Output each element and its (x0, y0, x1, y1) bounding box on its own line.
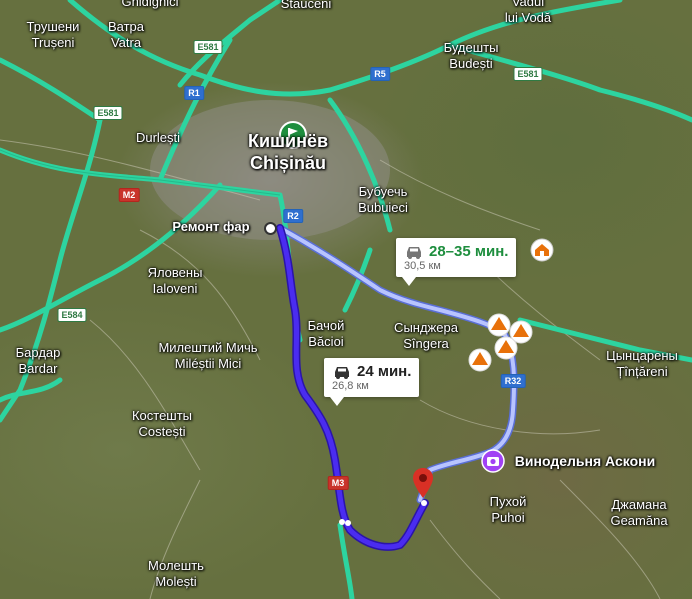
road-shield-e584: E584 (57, 308, 87, 322)
city-label-yaloveny: Яловены Ialoveni (147, 265, 203, 296)
main-route-distance: 26,8 км (332, 380, 369, 392)
alt-route-card[interactable]: 28–35 мин. 30,5 км (396, 238, 517, 286)
city-label-puhoi: Пухой Puhoi (489, 494, 527, 525)
city-label-durleshti: Durlești (135, 130, 181, 145)
city-label-vadul: Vadul lui Vodă (504, 0, 552, 25)
city-label-moleshty: Молешть Molești (148, 558, 204, 589)
city-label-kosteshty: Костешты Costești (131, 408, 193, 439)
city-label-tsyntsareny: Цынцарены Țînțăreni (606, 348, 678, 379)
destination-pin-icon[interactable] (413, 468, 433, 498)
city-label-stauceni: Stăuceni (280, 0, 332, 11)
map-canvas[interactable]: 28–35 мин. 30,5 км 24 мин. 26,8 км Ремон… (0, 0, 692, 599)
city-label-vatra: Ватра Vatra (107, 19, 145, 50)
city-label-mileshty: Милештий Мичь Miléștii Mici (158, 340, 258, 371)
road-shield-r2: R2 (283, 209, 303, 223)
map-roads-layer (0, 0, 692, 599)
city-label-trusheni: Трушени Trușeni (26, 19, 80, 50)
road-shield-e581: E581 (193, 40, 223, 54)
city-label-bardar: Бардар Bardar (15, 345, 61, 376)
city-label-bacioi: Бачой Băcioi (307, 318, 345, 349)
city-label-bubuech: Бубуечь Bubuieci (358, 184, 408, 215)
road-shield-r1: R1 (184, 86, 204, 100)
road-shield-m2: M2 (118, 188, 140, 202)
car-icon (335, 366, 349, 379)
place-label-winery[interactable]: Винодельня Аскони (515, 453, 655, 469)
lodging-icon[interactable] (530, 238, 554, 262)
city-label-chisinau[interactable]: Кишинёв Chișinău (248, 130, 328, 174)
main-route-time: 24 мин. (357, 363, 412, 380)
road-shield-e581: E581 (93, 106, 123, 120)
city-label-budeshty: Будешты Budești (443, 40, 499, 71)
road-shield-r32: R32 (500, 374, 526, 388)
place-label-remont[interactable]: Ремонт фар (172, 219, 249, 235)
city-label-syndzhera: Сынджера Sîngera (394, 320, 458, 351)
city-label-ghidighici: Ghidighici (121, 0, 179, 9)
main-route-card[interactable]: 24 мин. 26,8 км (324, 358, 420, 406)
road-shield-m3: M3 (327, 476, 349, 490)
alt-route-distance: 30,5 км (404, 260, 441, 272)
car-icon (407, 246, 421, 259)
winery-camera-icon[interactable] (481, 449, 505, 473)
road-shield-r5: R5 (370, 67, 390, 81)
start-point-icon[interactable] (264, 222, 277, 235)
alt-route-time: 28–35 мин. (429, 243, 509, 260)
city-label-geamana: Джамана Geamăna (610, 497, 668, 528)
road-shield-e581: E581 (513, 67, 543, 81)
